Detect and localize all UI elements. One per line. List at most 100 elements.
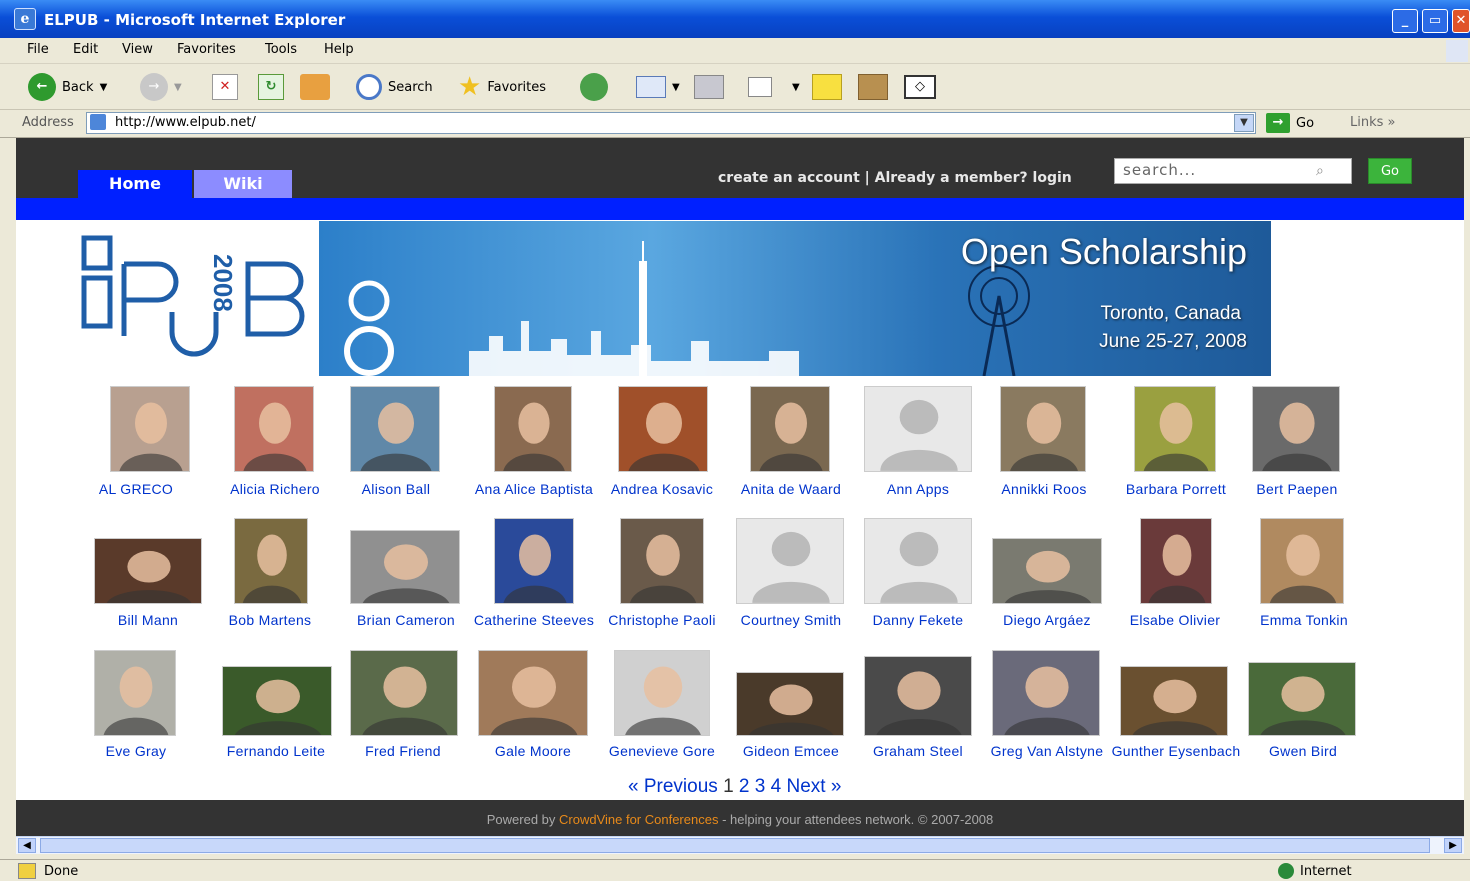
menu-view[interactable]: View (122, 42, 153, 57)
attendee-photo[interactable] (614, 650, 710, 736)
attendee-name-link[interactable]: Danny Fekete (848, 611, 988, 629)
attendee-name-link[interactable]: Greg Van Alstyne (977, 742, 1117, 760)
attendee-name-link[interactable]: Alicia Richero (205, 480, 345, 498)
account-links[interactable]: create an account | Already a member? lo… (718, 170, 1072, 186)
page-link-3[interactable]: 3 (755, 776, 766, 797)
site-go-button[interactable]: Go (1368, 158, 1412, 184)
attendee-name-link[interactable]: Graham Steel (848, 742, 988, 760)
menu-help[interactable]: Help (324, 42, 354, 57)
attendee-photo[interactable] (992, 650, 1100, 736)
attendee-name-link[interactable]: Ann Apps (848, 480, 988, 498)
discuss-button[interactable] (812, 72, 842, 102)
menu-edit[interactable]: Edit (73, 42, 98, 57)
crowdvine-link[interactable]: CrowdVine for Conferences (559, 812, 718, 827)
history-button[interactable] (580, 72, 608, 102)
attendee-name-link[interactable]: Andrea Kosavic (592, 480, 732, 498)
forward-dropdown-icon[interactable]: ▼ (174, 82, 182, 93)
attendee-name-link[interactable]: Catherine Steeves (464, 611, 604, 629)
refresh-button[interactable]: ↻ (258, 72, 284, 102)
attendee-name-link[interactable]: Gideon Emcee (721, 742, 861, 760)
attendee-photo[interactable] (1140, 518, 1212, 604)
attendee-photo[interactable] (1120, 666, 1228, 736)
attendee-name-link[interactable]: Bill Mann (78, 611, 218, 629)
back-dropdown-icon[interactable]: ▼ (100, 82, 108, 93)
attendee-name-link[interactable]: Diego Argáez (977, 611, 1117, 629)
scroll-left-button[interactable]: ◀ (18, 838, 36, 853)
previous-link[interactable]: « Previous (628, 776, 718, 797)
favorites-button[interactable]: ★ Favorites (458, 72, 546, 102)
attendee-name-link[interactable]: Anita de Waard (721, 480, 861, 498)
go-button[interactable]: → Go (1266, 113, 1314, 133)
scroll-thumb[interactable] (40, 838, 1430, 853)
attendee-name-link[interactable]: Ana Alice Baptista (464, 480, 604, 498)
attendee-photo[interactable] (620, 518, 704, 604)
default-avatar-icon[interactable] (736, 518, 844, 604)
research-button[interactable] (858, 72, 888, 102)
attendee-name-link[interactable]: Emma Tonkin (1234, 611, 1374, 629)
attendee-name-link[interactable]: Barbara Porrett (1106, 480, 1246, 498)
attendee-photo[interactable] (350, 386, 440, 472)
attendee-name-link[interactable]: Eve Gray (66, 742, 206, 760)
attendee-name-link[interactable]: Fernando Leite (206, 742, 346, 760)
back-button[interactable]: ← Back ▼ (28, 72, 107, 102)
forward-button[interactable]: → ▼ (140, 72, 182, 102)
edit-button[interactable]: ▼ (748, 72, 800, 102)
next-link[interactable]: Next » (787, 776, 842, 797)
links-button[interactable]: Links » (1350, 115, 1396, 130)
horizontal-scrollbar[interactable]: ◀ ▶ (16, 836, 1464, 854)
attendee-photo[interactable] (1252, 386, 1340, 472)
attendee-name-link[interactable]: Gunther Eysenbach (1106, 742, 1246, 760)
attendee-photo[interactable] (992, 538, 1102, 604)
page-link-2[interactable]: 2 (739, 776, 750, 797)
attendee-photo[interactable] (94, 650, 176, 736)
default-avatar-icon[interactable] (864, 386, 972, 472)
attendee-name-link[interactable]: Gale Moore (463, 742, 603, 760)
maximize-button[interactable]: ▭ (1422, 9, 1448, 33)
attendee-photo[interactable] (736, 672, 844, 736)
attendee-photo[interactable] (1260, 518, 1344, 604)
attendee-name-link[interactable]: Courtney Smith (721, 611, 861, 629)
attendee-photo[interactable] (1134, 386, 1216, 472)
attendee-photo[interactable] (350, 650, 458, 736)
attendee-photo[interactable] (94, 538, 202, 604)
attendee-name-link[interactable]: Gwen Bird (1233, 742, 1373, 760)
stop-button[interactable]: ✕ (212, 72, 238, 102)
scroll-right-button[interactable]: ▶ (1444, 838, 1462, 853)
attendee-photo[interactable] (478, 650, 588, 736)
menu-tools[interactable]: Tools (265, 42, 297, 57)
messenger-button[interactable]: ◇ (904, 72, 936, 102)
attendee-photo[interactable] (494, 518, 574, 604)
attendee-name-link[interactable]: Bert Paepen (1227, 480, 1367, 498)
attendee-name-link[interactable]: Annikki Roos (974, 480, 1114, 498)
attendee-photo[interactable] (234, 386, 314, 472)
address-input[interactable]: http://www.elpub.net/ (86, 112, 1256, 134)
attendee-name-link[interactable]: AL GRECO (66, 480, 206, 498)
attendee-photo[interactable] (234, 518, 308, 604)
attendee-name-link[interactable]: Elsabe Olivier (1105, 611, 1245, 629)
attendee-name-link[interactable]: Alison Ball (326, 480, 466, 498)
page-link-4[interactable]: 4 (771, 776, 782, 797)
attendee-photo[interactable] (864, 656, 972, 736)
attendee-name-link[interactable]: Christophe Paoli (592, 611, 732, 629)
attendee-photo[interactable] (110, 386, 190, 472)
attendee-photo[interactable] (350, 530, 460, 604)
attendee-photo[interactable] (1248, 662, 1356, 736)
home-button[interactable] (300, 72, 330, 102)
attendee-photo[interactable] (618, 386, 708, 472)
attendee-name-link[interactable]: Bob Martens (200, 611, 340, 629)
attendee-name-link[interactable]: Fred Friend (333, 742, 473, 760)
minimize-button[interactable]: _ (1392, 9, 1418, 33)
tab-home[interactable]: Home (78, 170, 192, 198)
search-button[interactable]: Search (356, 72, 433, 102)
attendee-photo[interactable] (1000, 386, 1086, 472)
close-button[interactable]: ✕ (1452, 9, 1470, 33)
print-button[interactable] (694, 72, 724, 102)
default-avatar-icon[interactable] (864, 518, 972, 604)
attendee-name-link[interactable]: Brian Cameron (336, 611, 476, 629)
address-dropdown-icon[interactable]: ▼ (1234, 114, 1254, 132)
menu-favorites[interactable]: Favorites (177, 42, 236, 57)
attendee-photo[interactable] (750, 386, 830, 472)
attendee-photo[interactable] (494, 386, 572, 472)
attendee-photo[interactable] (222, 666, 332, 736)
tab-wiki[interactable]: Wiki (194, 170, 292, 198)
